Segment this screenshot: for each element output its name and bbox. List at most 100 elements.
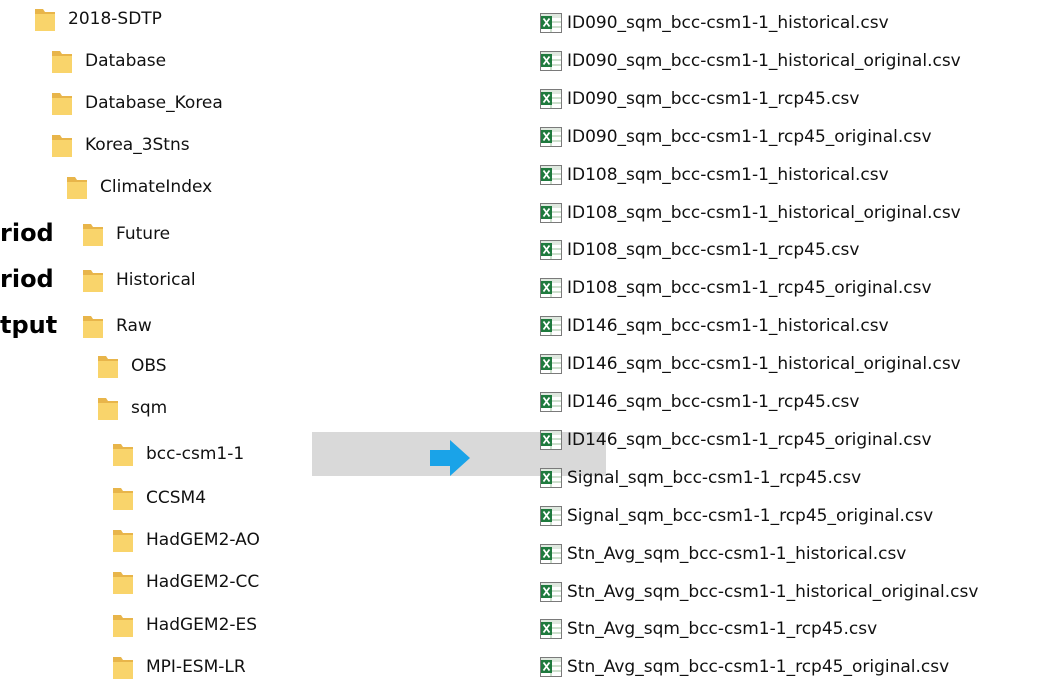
file-item[interactable]: ID146_sqm_bcc-csm1-1_historical_original… [540, 350, 961, 378]
file-item[interactable]: ID146_sqm_bcc-csm1-1_rcp45.csv [540, 388, 859, 416]
file-item[interactable]: ID108_sqm_bcc-csm1-1_historical_original… [540, 199, 961, 227]
file-name: ID146_sqm_bcc-csm1-1_historical_original… [567, 354, 961, 374]
tree-item-label: HadGEM2-AO [146, 530, 260, 550]
tree-item-raw[interactable]: Raw [82, 311, 152, 341]
tree-item-2018-sdtp[interactable]: 2018-SDTP [34, 4, 162, 34]
file-item[interactable]: ID108_sqm_bcc-csm1-1_historical.csv [540, 161, 889, 189]
file-item[interactable]: ID108_sqm_bcc-csm1-1_rcp45_original.csv [540, 274, 932, 302]
file-item[interactable]: ID090_sqm_bcc-csm1-1_rcp45.csv [540, 85, 859, 113]
folder-icon [112, 527, 134, 553]
file-item[interactable]: ID146_sqm_bcc-csm1-1_historical.csv [540, 312, 889, 340]
excel-csv-icon [540, 354, 562, 374]
excel-csv-icon [540, 468, 562, 488]
folder-icon [112, 569, 134, 595]
file-name: Stn_Avg_sqm_bcc-csm1-1_historical.csv [567, 544, 907, 564]
folder-icon [112, 654, 134, 680]
left-label-historical: riod [0, 265, 54, 293]
tree-item-label: OBS [131, 356, 167, 376]
folder-icon [82, 313, 104, 339]
tree-item-label: Database_Korea [85, 93, 223, 113]
tree-item-label: HadGEM2-CC [146, 572, 260, 592]
tree-item-label: HadGEM2-ES [146, 615, 258, 635]
file-name: ID108_sqm_bcc-csm1-1_historical_original… [567, 203, 961, 223]
tree-item-label: Raw [116, 316, 152, 336]
folder-icon [82, 221, 104, 247]
tree-item-mpi-esm-lr[interactable]: MPI-ESM-LR [112, 652, 246, 682]
tree-item-label: MPI-ESM-LR [146, 657, 246, 677]
file-name: ID090_sqm_bcc-csm1-1_historical_original… [567, 51, 961, 71]
file-item[interactable]: Stn_Avg_sqm_bcc-csm1-1_rcp45_original.cs… [540, 653, 949, 681]
folder-icon [82, 267, 104, 293]
tree-item-label: ClimateIndex [100, 177, 213, 197]
file-name: Stn_Avg_sqm_bcc-csm1-1_rcp45_original.cs… [567, 657, 950, 677]
excel-csv-icon [540, 165, 562, 185]
folder-icon [112, 441, 134, 467]
file-name: ID090_sqm_bcc-csm1-1_historical.csv [567, 13, 889, 33]
file-item[interactable]: Stn_Avg_sqm_bcc-csm1-1_historical.csv [540, 540, 906, 568]
file-name: ID146_sqm_bcc-csm1-1_historical.csv [567, 316, 889, 336]
tree-item-obs[interactable]: OBS [97, 351, 167, 381]
file-item[interactable]: ID090_sqm_bcc-csm1-1_historical.csv [540, 9, 889, 37]
excel-csv-icon [540, 544, 562, 564]
excel-csv-icon [540, 240, 562, 260]
file-name: ID108_sqm_bcc-csm1-1_historical.csv [567, 165, 889, 185]
excel-csv-icon [540, 582, 562, 602]
tree-item-sqm[interactable]: sqm [97, 393, 167, 423]
file-item[interactable]: ID108_sqm_bcc-csm1-1_rcp45.csv [540, 236, 859, 264]
tree-item-ccsm4[interactable]: CCSM4 [112, 483, 206, 513]
excel-csv-icon [540, 392, 562, 412]
left-label-future: riod [0, 219, 54, 247]
tree-item-hadgem2-es[interactable]: HadGEM2-ES [112, 610, 257, 640]
tree-item-korea-3stns[interactable]: Korea_3Stns [51, 130, 190, 160]
folder-icon [97, 353, 119, 379]
file-name: Signal_sqm_bcc-csm1-1_rcp45_original.csv [567, 506, 934, 526]
tree-item-database[interactable]: Database [51, 46, 166, 76]
file-item[interactable]: Signal_sqm_bcc-csm1-1_rcp45_original.csv [540, 502, 933, 530]
tree-item-climateindex[interactable]: ClimateIndex [66, 172, 212, 202]
file-item[interactable]: Stn_Avg_sqm_bcc-csm1-1_rcp45.csv [540, 615, 877, 643]
tree-item-future[interactable]: Future [82, 219, 170, 249]
tree-item-label: Database [85, 51, 167, 71]
file-item[interactable]: ID090_sqm_bcc-csm1-1_historical_original… [540, 47, 961, 75]
tree-item-hadgem2-ao[interactable]: HadGEM2-AO [112, 525, 260, 555]
file-item[interactable]: ID090_sqm_bcc-csm1-1_rcp45_original.csv [540, 123, 932, 151]
excel-csv-icon [540, 619, 562, 639]
excel-csv-icon [540, 506, 562, 526]
folder-icon [51, 48, 73, 74]
folder-icon [51, 132, 73, 158]
file-name: ID108_sqm_bcc-csm1-1_rcp45_original.csv [567, 278, 932, 298]
tree-item-database-korea[interactable]: Database_Korea [51, 88, 223, 118]
excel-csv-icon [540, 13, 562, 33]
screenshot-canvas: riod riod tput 2018-SDTP Database Databa… [0, 0, 1063, 696]
tree-item-label: Historical [116, 270, 196, 290]
excel-csv-icon [540, 203, 562, 223]
excel-csv-icon [540, 316, 562, 336]
excel-csv-icon [540, 89, 562, 109]
tree-item-label: Korea_3Stns [85, 135, 190, 155]
tree-item-label: 2018-SDTP [68, 9, 162, 29]
folder-icon [66, 174, 88, 200]
file-name: ID090_sqm_bcc-csm1-1_rcp45.csv [567, 89, 860, 109]
folder-icon [97, 395, 119, 421]
tree-item-hadgem2-cc[interactable]: HadGEM2-CC [112, 567, 259, 597]
folder-icon [34, 6, 56, 32]
excel-csv-icon [540, 51, 562, 71]
file-name: ID108_sqm_bcc-csm1-1_rcp45.csv [567, 240, 860, 260]
tree-item-label: bcc-csm1-1 [146, 444, 245, 464]
tree-item-historical[interactable]: Historical [82, 265, 196, 295]
tree-item-bcc-csm1-1[interactable]: bcc-csm1-1 [112, 439, 244, 469]
excel-csv-icon [540, 657, 562, 677]
file-item[interactable]: Signal_sqm_bcc-csm1-1_rcp45.csv [540, 464, 861, 492]
left-label-raw: tput [0, 311, 58, 339]
file-item[interactable]: Stn_Avg_sqm_bcc-csm1-1_historical_origin… [540, 578, 978, 606]
file-name: ID090_sqm_bcc-csm1-1_rcp45_original.csv [567, 127, 932, 147]
file-name: ID146_sqm_bcc-csm1-1_rcp45.csv [567, 392, 860, 412]
arrow-right-icon [430, 440, 470, 476]
file-name: ID146_sqm_bcc-csm1-1_rcp45_original.csv [567, 430, 932, 450]
tree-item-label: sqm [131, 398, 168, 418]
file-name: Stn_Avg_sqm_bcc-csm1-1_historical_origin… [567, 582, 979, 602]
excel-csv-icon [540, 127, 562, 147]
file-item[interactable]: ID146_sqm_bcc-csm1-1_rcp45_original.csv [540, 426, 932, 454]
tree-item-label: Future [116, 224, 171, 244]
folder-icon [51, 90, 73, 116]
